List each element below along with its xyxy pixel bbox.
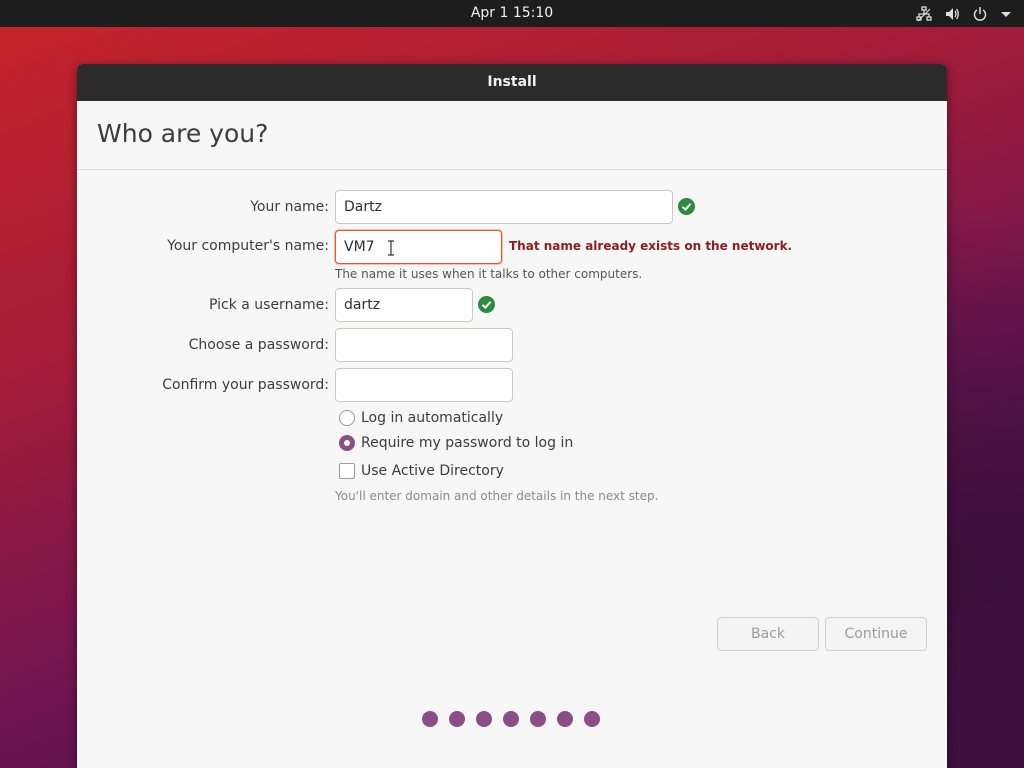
top-bar: Apr 1 15:10 bbox=[0, 0, 1024, 27]
name-label: Your name: bbox=[250, 199, 329, 215]
confirm-password-label: Confirm your password: bbox=[162, 377, 329, 393]
clock[interactable]: Apr 1 15:10 bbox=[0, 0, 1024, 27]
login-automatically-option[interactable]: Log in automatically bbox=[339, 410, 503, 426]
username-valid-check-icon bbox=[478, 296, 495, 313]
window-title: Install bbox=[77, 64, 947, 101]
password-field[interactable] bbox=[335, 328, 513, 362]
active-directory-checkbox[interactable] bbox=[339, 463, 355, 479]
name-field[interactable]: Dartz bbox=[335, 190, 673, 224]
require-password-radio[interactable] bbox=[339, 435, 355, 451]
require-password-label: Require my password to log in bbox=[361, 435, 574, 451]
network-icon[interactable] bbox=[916, 5, 932, 22]
menu-arrow-icon[interactable] bbox=[1000, 8, 1012, 20]
computer-name-label: Your computer's name: bbox=[167, 238, 329, 254]
progress-dot bbox=[530, 711, 546, 727]
progress-dots bbox=[422, 711, 600, 727]
installer-window: Install Who are you? Your name: Dartz Yo… bbox=[77, 64, 947, 768]
confirm-password-field[interactable] bbox=[335, 368, 513, 402]
volume-icon[interactable] bbox=[944, 6, 960, 22]
computer-name-field[interactable]: VM7 bbox=[335, 230, 502, 264]
active-directory-option[interactable]: Use Active Directory bbox=[339, 463, 504, 479]
name-valid-check-icon bbox=[678, 198, 695, 215]
username-field[interactable]: dartz bbox=[335, 288, 473, 322]
login-automatically-radio[interactable] bbox=[339, 410, 355, 426]
progress-dot bbox=[503, 711, 519, 727]
text-cursor-icon bbox=[388, 240, 394, 256]
progress-dot bbox=[422, 711, 438, 727]
computer-name-hint: The name it uses when it talks to other … bbox=[335, 267, 643, 281]
page-title: Who are you? bbox=[97, 119, 269, 148]
system-tray[interactable] bbox=[916, 0, 1012, 27]
password-label: Choose a password: bbox=[188, 337, 329, 353]
back-button[interactable]: Back bbox=[717, 617, 819, 651]
progress-dot bbox=[584, 711, 600, 727]
progress-dot bbox=[557, 711, 573, 727]
progress-dot bbox=[476, 711, 492, 727]
login-automatically-label: Log in automatically bbox=[361, 410, 504, 426]
power-icon[interactable] bbox=[972, 6, 988, 22]
progress-dot bbox=[449, 711, 465, 727]
active-directory-hint: You'll enter domain and other details in… bbox=[335, 489, 659, 503]
header-divider bbox=[77, 169, 947, 170]
continue-button[interactable]: Continue bbox=[825, 617, 927, 651]
username-label: Pick a username: bbox=[208, 297, 329, 313]
active-directory-label: Use Active Directory bbox=[361, 463, 504, 479]
require-password-option[interactable]: Require my password to log in bbox=[339, 435, 573, 451]
computer-name-error: That name already exists on the network. bbox=[509, 239, 793, 253]
